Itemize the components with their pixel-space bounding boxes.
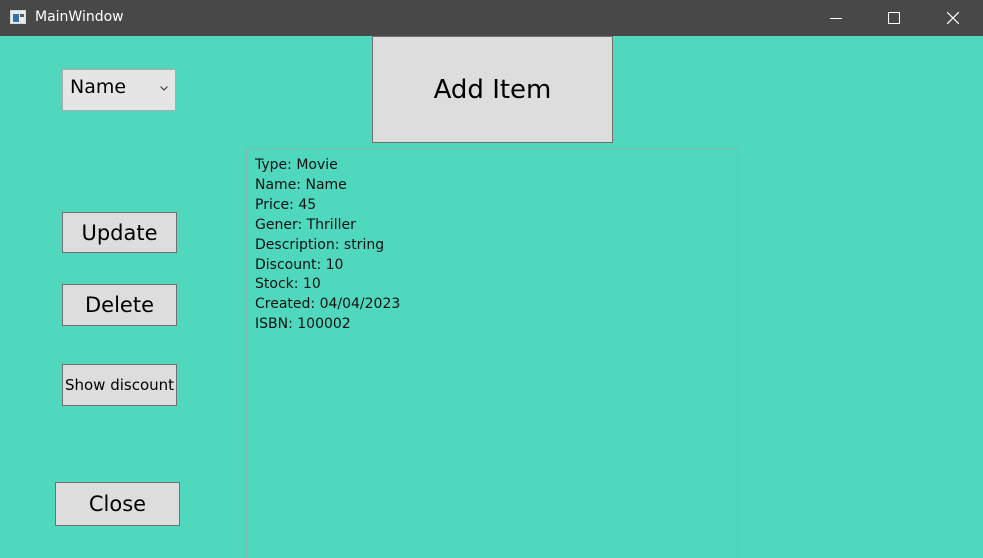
detail-stock: Stock: 10 bbox=[255, 276, 321, 293]
window-title: MainWindow bbox=[35, 9, 124, 25]
sort-combobox-value: Name bbox=[70, 76, 127, 98]
close-icon bbox=[947, 12, 959, 24]
maximize-icon bbox=[888, 12, 900, 24]
maximize-button[interactable] bbox=[865, 0, 923, 36]
add-item-button[interactable]: Add Item bbox=[372, 36, 613, 143]
detail-created: Created: 04/04/2023 bbox=[255, 296, 401, 313]
app-icon bbox=[10, 10, 26, 24]
delete-button[interactable]: Delete bbox=[62, 284, 177, 326]
detail-description: Description: string bbox=[255, 236, 385, 253]
item-details-panel[interactable]: Type: Movie Name: Name Price: 45 Gener: … bbox=[246, 148, 738, 558]
detail-type: Type: Movie bbox=[255, 157, 338, 173]
chevron-down-icon bbox=[160, 86, 168, 91]
close-button[interactable]: Close bbox=[55, 482, 180, 526]
update-button[interactable]: Update bbox=[62, 212, 177, 253]
minimize-button[interactable] bbox=[807, 0, 865, 36]
title-bar: MainWindow bbox=[0, 0, 983, 36]
detail-isbn: ISBN: 100002 bbox=[255, 316, 351, 333]
minimize-icon bbox=[830, 18, 842, 19]
detail-price: Price: 45 bbox=[255, 196, 317, 213]
detail-genre: Gener: Thriller bbox=[255, 216, 356, 233]
detail-discount: Discount: 10 bbox=[255, 256, 344, 273]
client-area: Name Add Item Update Delete Show discoun… bbox=[0, 36, 983, 558]
close-window-button[interactable] bbox=[924, 0, 982, 36]
sort-combobox[interactable]: Name bbox=[62, 69, 176, 111]
show-discount-button[interactable]: Show discount bbox=[62, 364, 177, 406]
detail-name: Name: Name bbox=[255, 176, 347, 193]
